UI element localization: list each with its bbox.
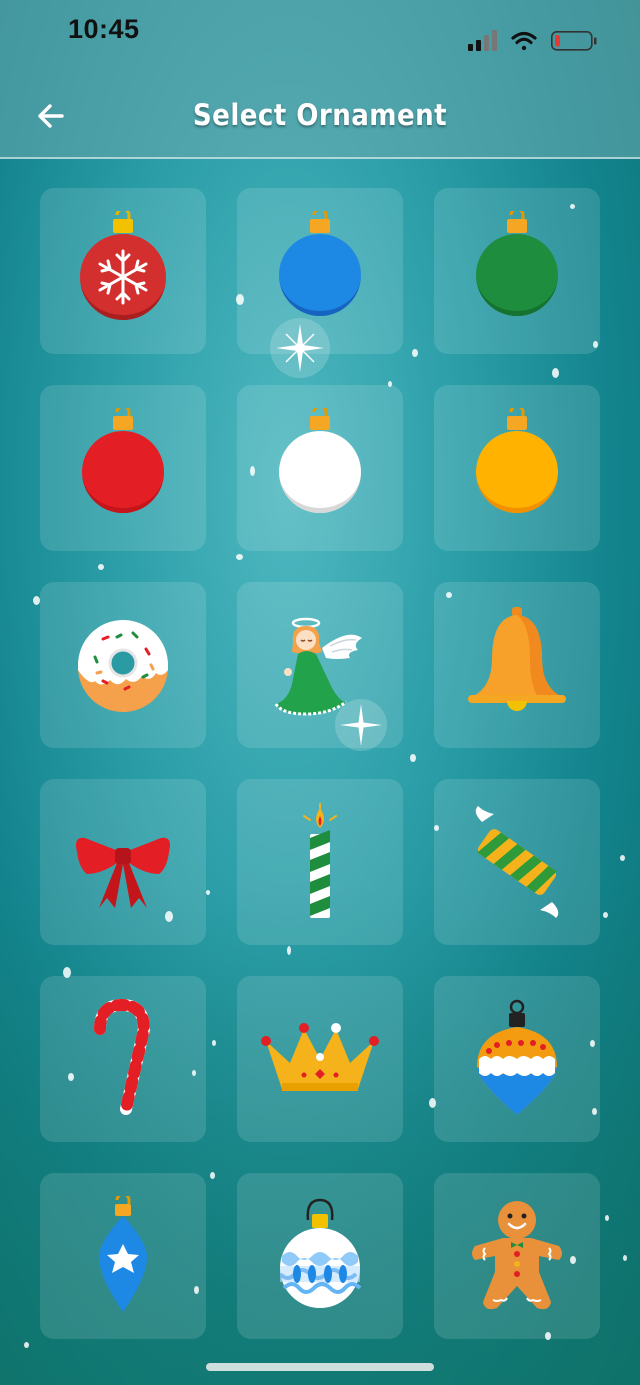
status-bar: 10:45 <box>0 0 640 62</box>
cellular-signal-icon <box>468 30 497 51</box>
snowflake <box>33 596 40 605</box>
onion-bauble-icon <box>477 999 557 1115</box>
blue-star-drop-ornament-icon <box>98 1196 148 1312</box>
ornament-tile[interactable] <box>237 385 403 551</box>
ornament-tile[interactable] <box>434 1173 600 1339</box>
donut-icon <box>78 620 168 712</box>
yellow-bauble-icon <box>476 408 558 513</box>
blue-pattern-bauble-icon <box>278 1198 362 1308</box>
wrapped-candy-icon <box>475 806 559 918</box>
red-bow-icon <box>76 837 170 908</box>
ornament-tile[interactable] <box>40 582 206 748</box>
home-indicator[interactable] <box>206 1363 434 1371</box>
candle-icon <box>303 803 337 918</box>
ornament-tile[interactable] <box>434 582 600 748</box>
angel-icon <box>274 617 362 716</box>
ornament-tile[interactable] <box>434 188 600 354</box>
ornament-grid <box>40 188 600 1339</box>
snowflake <box>605 1215 609 1221</box>
page-title: Select Ornament <box>192 98 448 132</box>
ornament-tile[interactable] <box>237 188 403 354</box>
blue-bauble-icon <box>279 211 361 316</box>
bell-icon <box>468 607 566 711</box>
crown-icon <box>261 1023 379 1091</box>
ornament-tile[interactable] <box>237 582 403 748</box>
snowflake <box>623 1255 627 1261</box>
red-snowflake-bauble-icon <box>80 211 166 320</box>
app-header: Select Ornament <box>0 62 640 159</box>
ornament-tile[interactable] <box>40 779 206 945</box>
status-time: 10:45 <box>68 14 140 44</box>
ornament-tile[interactable] <box>434 976 600 1142</box>
ornament-tile[interactable] <box>237 1173 403 1339</box>
wifi-icon <box>511 31 537 51</box>
ornament-tile[interactable] <box>40 188 206 354</box>
ornament-tile[interactable] <box>40 385 206 551</box>
ornament-tile[interactable] <box>434 779 600 945</box>
snowflake <box>603 912 608 918</box>
red-bauble-icon <box>82 408 164 513</box>
candy-cane-icon <box>94 999 151 1115</box>
ornament-tile[interactable] <box>237 779 403 945</box>
snowflake <box>620 855 625 861</box>
green-bauble-icon <box>476 211 558 316</box>
ornament-tile[interactable] <box>40 976 206 1142</box>
ornament-tile[interactable] <box>434 385 600 551</box>
snowflake <box>24 1342 29 1348</box>
ornament-tile[interactable] <box>40 1173 206 1339</box>
gingerbread-man-icon <box>472 1201 562 1310</box>
status-icons <box>468 30 597 51</box>
battery-low-icon <box>551 31 597 51</box>
white-bauble-icon <box>279 408 361 513</box>
ornament-tile[interactable] <box>237 976 403 1142</box>
